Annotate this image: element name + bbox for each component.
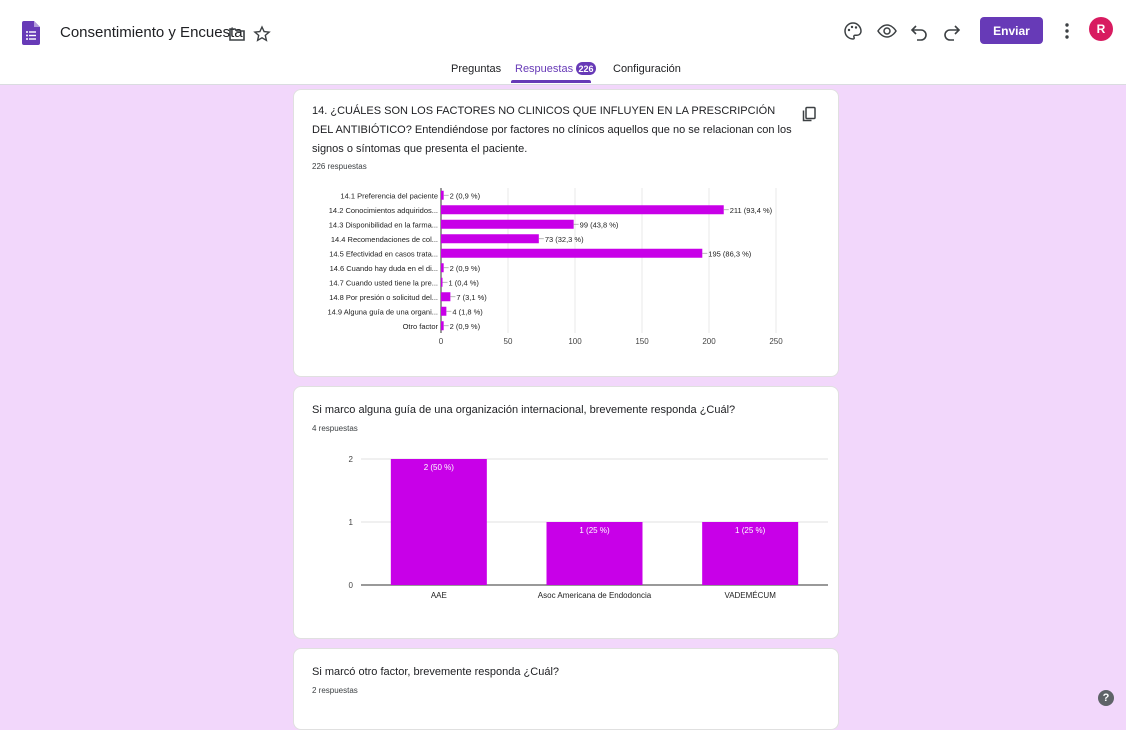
folder-icon[interactable] <box>228 25 246 43</box>
data-label: 2 (0,9 %) <box>450 191 481 200</box>
bar <box>441 306 447 316</box>
bar <box>441 190 444 200</box>
preview-eye-icon[interactable] <box>876 20 898 42</box>
question-card-14: 14. ¿CUÁLES SON LOS FACTORES NO CLINICOS… <box>293 89 839 377</box>
tab-questions[interactable]: Preguntas <box>451 63 501 75</box>
bar <box>441 205 724 215</box>
data-label: 2 (0,9 %) <box>450 322 481 331</box>
category-label: 14.9 Alguna guía de una organi... <box>327 307 438 316</box>
avatar[interactable]: R <box>1089 17 1113 41</box>
data-label: 2 (0,9 %) <box>450 264 481 273</box>
category-label: AAE <box>431 591 447 600</box>
category-label: Asoc Americana de Endodoncia <box>538 591 652 600</box>
x-tick-label: 100 <box>568 337 582 346</box>
undo-icon[interactable] <box>908 20 930 42</box>
data-label: 1 (0,4 %) <box>449 278 480 287</box>
data-label: 195 (86,3 %) <box>708 249 751 258</box>
question-title: 14. ¿CUÁLES SON LOS FACTORES NO CLINICOS… <box>312 105 792 155</box>
data-label: 1 (25 %) <box>579 526 610 535</box>
category-label: 14.8 Por presión o solicitud del... <box>329 293 438 302</box>
y-tick-label: 2 <box>349 455 354 464</box>
data-label: 2 (50 %) <box>424 463 455 472</box>
data-label: 7 (3,1 %) <box>456 293 487 302</box>
star-icon[interactable] <box>253 25 271 43</box>
google-forms-icon[interactable] <box>22 21 40 45</box>
send-button[interactable]: Enviar <box>980 17 1043 44</box>
data-label: 73 (32,3 %) <box>545 235 584 244</box>
bar <box>441 292 451 302</box>
responses-count-badge: 226 <box>576 62 596 75</box>
more-vert-icon[interactable] <box>1062 20 1072 42</box>
bar <box>441 321 444 331</box>
x-tick-label: 200 <box>702 337 716 346</box>
copy-chart-icon[interactable] <box>801 106 817 122</box>
top-bar: Consentimiento y Encuesta Enviar R Pregu… <box>0 0 1126 85</box>
x-tick-label: 50 <box>504 337 513 346</box>
category-label: 14.3 Disponibilidad en la farma... <box>329 220 438 229</box>
bar <box>390 459 487 585</box>
response-count: 226 respuestas <box>312 162 367 171</box>
x-tick-label: 250 <box>769 337 783 346</box>
y-tick-label: 0 <box>349 581 354 590</box>
data-label: 4 (1,8 %) <box>452 307 483 316</box>
question-card-guide: Si marco alguna guía de una organización… <box>293 386 839 639</box>
x-tick-label: 0 <box>439 337 444 346</box>
category-label: 14.1 Preferencia del paciente <box>340 191 438 200</box>
help-icon[interactable]: ? <box>1098 690 1114 706</box>
x-tick-label: 150 <box>635 337 649 346</box>
bar <box>441 263 444 273</box>
tab-responses[interactable]: Respuestas <box>515 63 573 75</box>
bar <box>441 219 574 229</box>
horizontal-bar-chart: 0 50 100 150 200 250 14.1 Preferencia del paci… <box>327 188 783 346</box>
response-count: 2 respuestas <box>312 686 358 695</box>
y-tick-label: 1 <box>349 518 354 527</box>
data-label: 99 (43,8 %) <box>580 220 619 229</box>
active-tab-indicator <box>511 80 591 83</box>
bar <box>441 248 703 258</box>
redo-icon[interactable] <box>941 20 963 42</box>
bar <box>441 234 539 244</box>
category-label: 14.4 Recomendaciones de col... <box>331 235 438 244</box>
question-title: Si marco alguna guía de una organización… <box>312 404 736 416</box>
data-label: 211 (93,4 %) <box>730 206 773 215</box>
category-label: 14.2 Conocimientos adquiridos... <box>329 206 438 215</box>
data-label: 1 (25 %) <box>735 526 766 535</box>
category-label: 14.7 Cuando usted tiene la pre... <box>329 278 438 287</box>
tab-settings[interactable]: Configuración <box>613 63 681 75</box>
bar <box>441 277 443 287</box>
question-title: Si marcó otro factor, brevemente respond… <box>312 666 560 678</box>
response-count: 4 respuestas <box>312 424 358 433</box>
vertical-bar-chart: 0 1 2 2 (50 %) AAE 1 (25 %) Asoc Americana de … <box>349 455 828 600</box>
category-label: Otro factor <box>403 322 439 331</box>
category-label: 14.5 Efectividad en casos trata... <box>329 249 438 258</box>
question-card-other: Si marcó otro factor, brevemente respond… <box>293 648 839 730</box>
category-label: 14.6 Cuando hay duda en el di... <box>330 264 438 273</box>
palette-icon[interactable] <box>842 20 864 42</box>
category-label: VADEMÉCUM <box>724 591 776 600</box>
document-title[interactable]: Consentimiento y Encuesta <box>60 24 243 41</box>
